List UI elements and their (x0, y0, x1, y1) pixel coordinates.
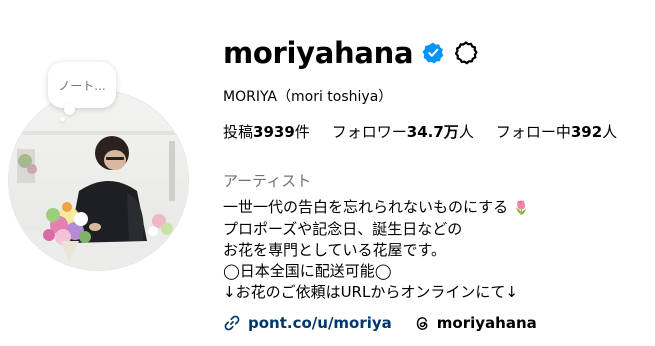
bio-line-4: ◯日本全国に配送可能◯ (223, 262, 392, 280)
profile-stats: 投稿3939件 フォロワー34.7万人 フォロー中392人 (223, 121, 617, 142)
followers-label: フォロワー (331, 123, 407, 141)
posts-stat[interactable]: 投稿3939件 (223, 121, 310, 142)
note-bubble[interactable]: ノート... (48, 62, 116, 108)
link-icon (224, 315, 240, 331)
settings-gear-icon[interactable] (453, 40, 479, 66)
following-stat[interactable]: フォロー中392人 (496, 121, 617, 142)
profile-avatar[interactable] (8, 90, 189, 271)
followers-stat[interactable]: フォロワー34.7万人 (332, 121, 474, 142)
full-name: MORIYA（mori toshiya） (223, 89, 393, 105)
avatar-photo (9, 91, 188, 270)
followers-count: 34.7万 (406, 123, 459, 141)
following-suffix: 人 (602, 123, 618, 141)
username-row: moriyahana (223, 33, 479, 73)
note-text: ノート... (58, 78, 106, 93)
threads-link[interactable]: moriyahana (414, 314, 537, 332)
following-count: 392 (570, 123, 603, 141)
note-bubble-tail-large (64, 104, 75, 115)
followers-suffix: 人 (458, 123, 474, 141)
posts-count: 3939 (253, 123, 295, 141)
username: moriyahana (223, 36, 414, 70)
posts-label: 投稿 (223, 123, 254, 141)
posts-suffix: 件 (294, 123, 310, 141)
bio-line-2: プロポーズや記念日、誕生日などの (223, 220, 463, 238)
bio-line-3: お花を専門としている花屋です。 (223, 241, 447, 259)
profile-bio: 一世一代の告白を忘れられないものにする 🌷 プロポーズや記念日、誕生日などの お… (223, 197, 529, 303)
verified-badge-icon (422, 42, 444, 64)
bio-line-1-text: 一世一代の告白を忘れられないものにする (223, 198, 509, 216)
profile-category: アーティスト (223, 172, 312, 190)
bio-line-1: 一世一代の告白を忘れられないものにする 🌷 (223, 197, 529, 219)
profile-page: ノート... moriyahana MORIYA（mori toshiya） 投… (0, 0, 655, 346)
threads-icon (416, 316, 428, 330)
website-link[interactable]: pont.co/u/moriya (223, 314, 392, 332)
threads-link-text: moriyahana (436, 314, 537, 332)
note-bubble-tail-small (60, 117, 65, 122)
website-link-text: pont.co/u/moriya (248, 314, 392, 332)
bio-line-5: ↓お花のご依頼はURLからオンラインにて↓ (223, 283, 518, 301)
tulip-emoji-icon: 🌷 (512, 201, 530, 216)
profile-links: pont.co/u/moriya moriyahana (223, 314, 537, 332)
following-label: フォロー中 (495, 123, 571, 141)
